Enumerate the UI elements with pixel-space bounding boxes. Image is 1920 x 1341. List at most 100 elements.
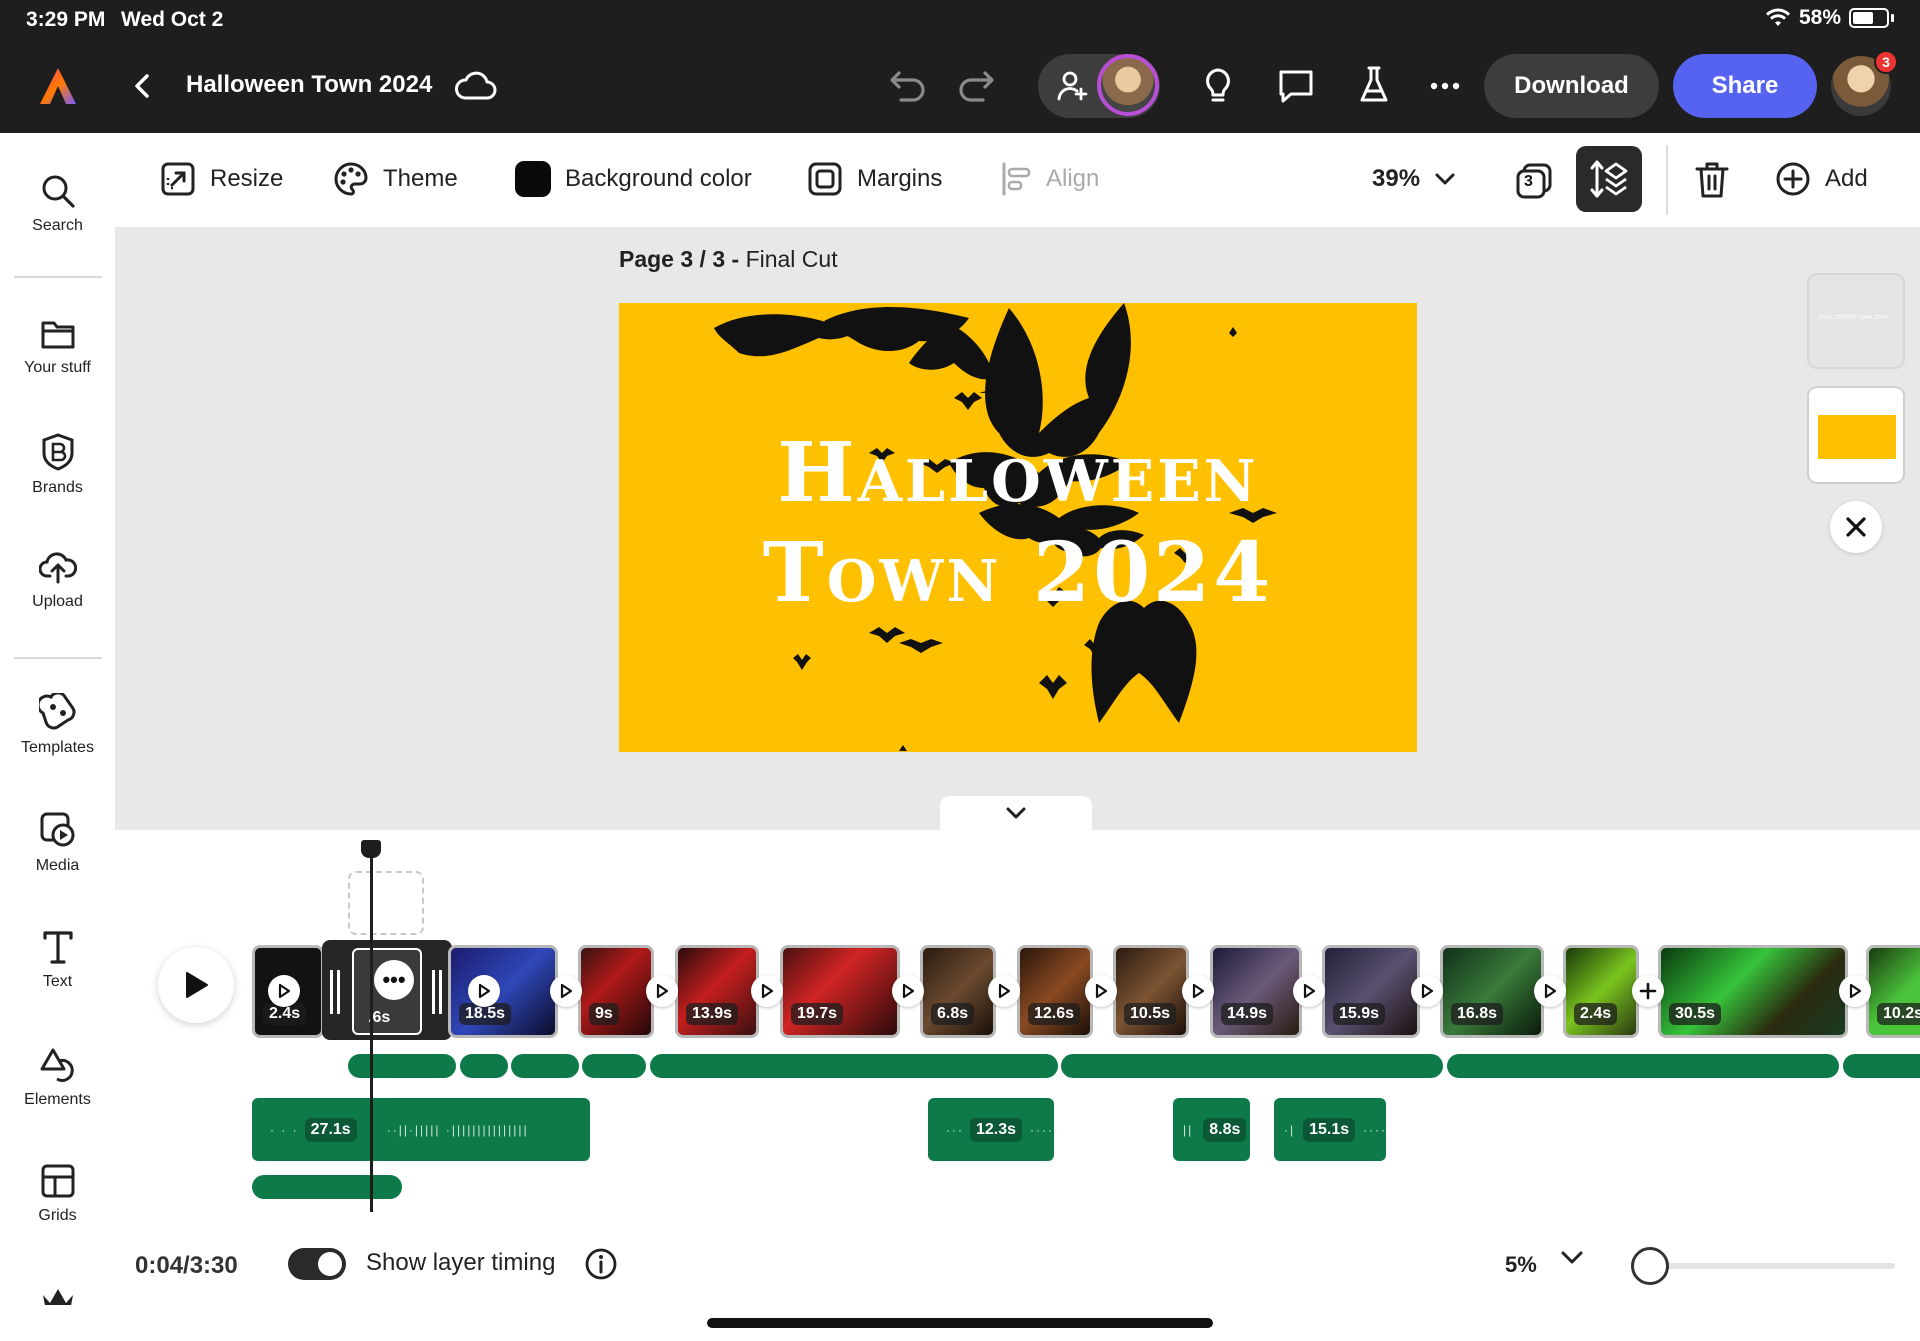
transition-button[interactable] (1182, 975, 1214, 1007)
labs-flask-icon[interactable] (1356, 64, 1392, 106)
sidebar-item-upload[interactable]: Upload (0, 549, 115, 611)
timeline-clip[interactable]: 18.5s (448, 945, 558, 1038)
comment-icon[interactable] (1276, 66, 1316, 106)
layer-timing-bar[interactable] (582, 1054, 646, 1078)
layer-timing-bar[interactable] (1843, 1054, 1920, 1078)
timeline-clip[interactable]: 2.4s (1563, 945, 1639, 1038)
layer-timing-bar[interactable] (511, 1054, 579, 1078)
sidebar-item-grids[interactable]: Grids (0, 1163, 115, 1225)
share-button[interactable]: Share (1673, 54, 1817, 118)
page-thumbnail-3[interactable] (1807, 386, 1905, 484)
sidebar-item-label: Grids (38, 1207, 77, 1224)
sidebar-item-templates[interactable]: Templates (0, 693, 115, 757)
layer-timing-bar[interactable] (1447, 1054, 1839, 1078)
transition-button[interactable] (1085, 975, 1117, 1007)
trim-handle-left[interactable] (330, 970, 340, 1014)
timeline-clip[interactable]: 9s (578, 945, 654, 1038)
collaborator-avatar[interactable] (1097, 54, 1159, 116)
theme-button[interactable]: Theme (333, 161, 458, 197)
adobe-express-logo-icon[interactable] (36, 66, 80, 106)
transition-button[interactable] (751, 975, 783, 1007)
trim-handle-right[interactable] (432, 970, 442, 1014)
title-line-1: Halloween (777, 425, 1259, 521)
audio-clip[interactable]: ·| 15.1s ···· (1274, 1098, 1386, 1161)
transition-button[interactable] (646, 975, 678, 1007)
cloud-sync-icon[interactable] (452, 68, 498, 102)
transition-button[interactable] (468, 975, 500, 1007)
audio-sub-track[interactable] (252, 1175, 402, 1199)
timeline-clip[interactable]: 15.9s (1322, 945, 1420, 1038)
timeline-zoom-slider-knob[interactable] (1631, 1247, 1669, 1285)
playhead-handle[interactable] (361, 840, 381, 858)
delete-button[interactable] (1692, 159, 1732, 201)
margins-button[interactable]: Margins (807, 161, 942, 197)
sidebar-item-media[interactable]: Media (0, 811, 115, 875)
clip-options-icon[interactable]: ••• (374, 960, 414, 1000)
resize-label: Resize (210, 165, 284, 192)
sidebar-item-your-stuff[interactable]: Your stuff (0, 317, 115, 377)
timeline-clip[interactable]: 16.8s (1440, 945, 1544, 1038)
timeline-zoom-slider[interactable] (1650, 1263, 1895, 1269)
invite-person-icon[interactable] (1054, 68, 1090, 104)
timeline-clip[interactable]: 12.6s (1017, 945, 1093, 1038)
transition-button[interactable] (268, 975, 300, 1007)
page-name[interactable]: Final Cut (746, 246, 838, 272)
timeline-clip[interactable]: 6.8s (920, 945, 996, 1038)
transition-button[interactable] (1293, 975, 1325, 1007)
download-button[interactable]: Download (1484, 54, 1659, 118)
add-button[interactable]: Add (1775, 161, 1868, 197)
transition-button[interactable] (1839, 975, 1871, 1007)
close-pages-panel-button[interactable] (1830, 501, 1882, 553)
audio-clip[interactable]: ··· 12.3s ····· (928, 1098, 1058, 1161)
timeline-clip[interactable]: 30.5s (1658, 945, 1848, 1038)
collapse-timeline-tab[interactable] (940, 796, 1092, 830)
audio-clip[interactable]: · · · 27.1s ··||·||||| ·||||||||||||||| (252, 1098, 590, 1161)
back-chevron-icon[interactable] (128, 72, 156, 100)
layer-timing-bar[interactable] (650, 1054, 1058, 1078)
redo-icon[interactable] (956, 68, 996, 104)
resize-button[interactable]: Resize (160, 161, 283, 197)
transition-button[interactable] (988, 975, 1020, 1007)
timeline-clip[interactable]: 19.7s (780, 945, 900, 1038)
timeline-clip[interactable]: 10.5s (1113, 945, 1189, 1038)
zoom-dropdown[interactable]: 39% (1372, 165, 1456, 193)
align-button[interactable]: Align (1000, 161, 1099, 197)
sidebar-item-elements[interactable]: Elements (0, 1047, 115, 1109)
show-layer-timing-toggle[interactable] (288, 1248, 346, 1280)
timeline-zoom-dropdown[interactable] (1560, 1250, 1584, 1271)
artboard[interactable]: Halloween Town 2024 (619, 303, 1417, 752)
page-count-button[interactable]: 3 (1512, 159, 1556, 203)
elements-icon (40, 1048, 74, 1082)
layer-timing-bar[interactable] (1061, 1054, 1443, 1078)
timeline-clip[interactable]: 14.9s (1210, 945, 1302, 1038)
sidebar-item-brands[interactable]: Brands (0, 433, 115, 497)
sidebar-item-search[interactable]: Search (0, 173, 115, 235)
page-thumbnail-1[interactable]: HALLOWEEN Town 2024 (1807, 273, 1905, 369)
transition-button[interactable] (892, 975, 924, 1007)
play-button[interactable] (158, 947, 234, 1023)
lightbulb-icon[interactable] (1200, 66, 1236, 106)
layer-timing-bar[interactable] (460, 1054, 508, 1078)
layer-timing-bar[interactable] (348, 1054, 456, 1078)
transition-button[interactable] (1534, 975, 1566, 1007)
add-clip-button[interactable] (1632, 975, 1664, 1007)
sidebar-item-text[interactable]: Text (0, 929, 115, 991)
background-color-button[interactable]: Background color (515, 161, 752, 197)
text-icon (42, 931, 73, 964)
document-title[interactable]: Halloween Town 2024 (186, 71, 432, 99)
layers-timing-toggle-button[interactable] (1576, 146, 1642, 212)
timeline-clip[interactable]: 10.2s (1866, 945, 1920, 1038)
home-indicator[interactable] (707, 1318, 1213, 1328)
info-icon[interactable] (584, 1247, 618, 1286)
audio-clip[interactable]: || 8.8s (1173, 1098, 1250, 1161)
transition-button[interactable] (550, 975, 582, 1007)
undo-icon[interactable] (888, 68, 928, 104)
transition-button[interactable] (1411, 975, 1443, 1007)
sidebar-item-premium[interactable] (0, 1285, 115, 1305)
toolbar-divider (1666, 145, 1668, 215)
more-options-icon[interactable] (1428, 76, 1462, 96)
timeline-zoom-value[interactable]: 5% (1505, 1252, 1537, 1278)
playhead-line[interactable] (370, 842, 373, 1212)
timeline-clip[interactable]: 13.9s (675, 945, 759, 1038)
artboard-title[interactable]: Halloween Town 2024 (619, 423, 1417, 623)
